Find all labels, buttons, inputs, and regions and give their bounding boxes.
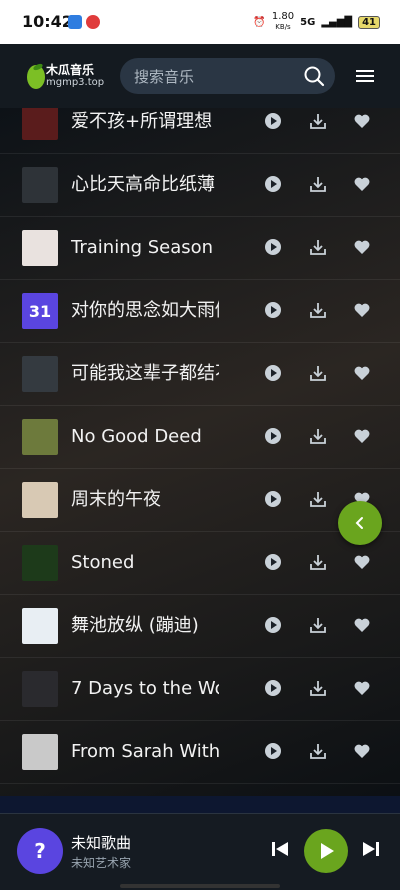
song-cover[interactable]: [22, 671, 58, 707]
song-title[interactable]: Training Season (: [71, 216, 219, 279]
song-cover[interactable]: [22, 419, 58, 455]
brand-name: 木瓜音乐: [46, 63, 95, 77]
play-circle-icon[interactable]: [264, 175, 282, 193]
song-title[interactable]: 爱不孩+所谓理想 (: [71, 108, 219, 153]
network-label: 5G: [300, 16, 316, 28]
song-row[interactable]: 爱不孩+所谓理想 (: [0, 108, 400, 154]
play-circle-icon[interactable]: [264, 364, 282, 382]
search-input[interactable]: 搜索音乐: [134, 66, 303, 87]
download-icon[interactable]: [309, 238, 327, 256]
play-circle-icon[interactable]: [264, 427, 282, 445]
song-cover[interactable]: [22, 734, 58, 770]
download-icon[interactable]: [309, 427, 327, 445]
player-song-title: 未知歌曲: [71, 834, 132, 852]
heart-icon[interactable]: [353, 175, 371, 193]
download-icon[interactable]: [309, 490, 327, 508]
download-icon[interactable]: [309, 679, 327, 697]
player-artist: 未知艺术家: [71, 856, 132, 870]
search-bar[interactable]: 搜索音乐: [120, 58, 335, 94]
alarm-icon: ⏰: [253, 16, 266, 28]
play-circle-icon[interactable]: [264, 679, 282, 697]
play-icon: [321, 843, 334, 859]
song-cover[interactable]: 31: [22, 293, 58, 329]
signal-icon: ▂▄▆█: [321, 16, 353, 28]
song-title[interactable]: 对你的思念如大雨倾: [71, 279, 219, 342]
song-row[interactable]: From Sarah With: [0, 720, 400, 784]
song-row[interactable]: Stoned: [0, 531, 400, 595]
play-circle-icon[interactable]: [264, 238, 282, 256]
song-row[interactable]: 31 对你的思念如大雨倾: [0, 279, 400, 343]
heart-icon[interactable]: [353, 364, 371, 382]
app-header: 木瓜音乐 mgmp3.top 搜索音乐: [0, 44, 400, 108]
song-row[interactable]: Training Season (: [0, 216, 400, 280]
play-circle-icon[interactable]: [264, 553, 282, 571]
song-cover[interactable]: [22, 356, 58, 392]
message-notification-icon: [68, 15, 82, 29]
song-row[interactable]: No Good Deed: [0, 405, 400, 469]
heart-icon[interactable]: [353, 238, 371, 256]
play-circle-icon[interactable]: [264, 742, 282, 760]
heart-icon[interactable]: [353, 112, 371, 130]
song-row[interactable]: 心比天高命比纸薄: [0, 153, 400, 217]
download-icon[interactable]: [309, 364, 327, 382]
download-icon[interactable]: [309, 112, 327, 130]
search-icon[interactable]: [303, 65, 325, 87]
song-title[interactable]: 可能我这辈子都结不: [71, 342, 219, 405]
song-cover[interactable]: [22, 608, 58, 644]
battery-level: 41: [358, 15, 380, 29]
mini-player[interactable]: ? 未知歌曲 未知艺术家: [0, 813, 400, 890]
download-icon[interactable]: [309, 301, 327, 319]
song-cover-text: 31: [28, 301, 52, 321]
heart-icon[interactable]: [353, 553, 371, 571]
player-cover[interactable]: ?: [17, 828, 63, 874]
skip-previous-icon[interactable]: [270, 839, 290, 859]
heart-icon[interactable]: [353, 679, 371, 697]
song-title[interactable]: No Good Deed: [71, 405, 219, 468]
song-list[interactable]: 爱不孩+所谓理想 (心比天高命比纸薄 Training Season ( 31 对你的…: [0, 108, 400, 813]
play-circle-icon[interactable]: [264, 301, 282, 319]
status-time: 10:42: [22, 12, 73, 31]
menu-icon[interactable]: [356, 68, 374, 84]
song-cover[interactable]: [22, 167, 58, 203]
song-title[interactable]: From Sarah With: [71, 720, 219, 783]
heart-icon[interactable]: [353, 742, 371, 760]
net-speed: 1.80: [271, 11, 295, 22]
song-row[interactable]: 可能我这辈子都结不: [0, 342, 400, 406]
papaya-logo-icon: [27, 63, 45, 89]
song-cover[interactable]: [22, 545, 58, 581]
song-title[interactable]: 心比天高命比纸薄: [71, 153, 219, 216]
play-circle-icon[interactable]: [264, 490, 282, 508]
song-title[interactable]: 周末的午夜: [71, 468, 219, 531]
play-circle-icon[interactable]: [264, 616, 282, 634]
song-cover[interactable]: [22, 108, 58, 140]
heart-icon[interactable]: [353, 301, 371, 319]
brand-domain: mgmp3.top: [46, 77, 105, 88]
heart-icon[interactable]: [353, 427, 371, 445]
song-row[interactable]: 7 Days to the Wol: [0, 657, 400, 721]
song-cover[interactable]: [22, 230, 58, 266]
skip-next-icon[interactable]: [361, 839, 381, 859]
song-title[interactable]: 7 Days to the Wol: [71, 657, 219, 720]
play-button[interactable]: [304, 829, 348, 873]
app-notification-icon: [86, 15, 100, 29]
download-icon[interactable]: [309, 616, 327, 634]
song-row[interactable]: 舞池放纵 (蹦迪): [0, 594, 400, 658]
song-title[interactable]: 舞池放纵 (蹦迪): [71, 594, 219, 657]
home-indicator: [120, 884, 280, 888]
download-icon[interactable]: [309, 175, 327, 193]
net-speed-unit: KB/s: [275, 23, 291, 31]
brand[interactable]: 木瓜音乐 mgmp3.top: [46, 64, 104, 89]
download-icon[interactable]: [309, 553, 327, 571]
chevron-left-icon: [355, 517, 363, 529]
song-title[interactable]: Stoned: [71, 531, 219, 594]
collapse-button[interactable]: [338, 501, 382, 545]
play-circle-icon[interactable]: [264, 112, 282, 130]
list-footer: [0, 796, 400, 813]
song-cover[interactable]: [22, 482, 58, 518]
heart-icon[interactable]: [353, 616, 371, 634]
status-bar: 10:42 ⏰ 1.80 KB/s 5G ▂▄▆█ 41: [0, 0, 400, 44]
download-icon[interactable]: [309, 742, 327, 760]
